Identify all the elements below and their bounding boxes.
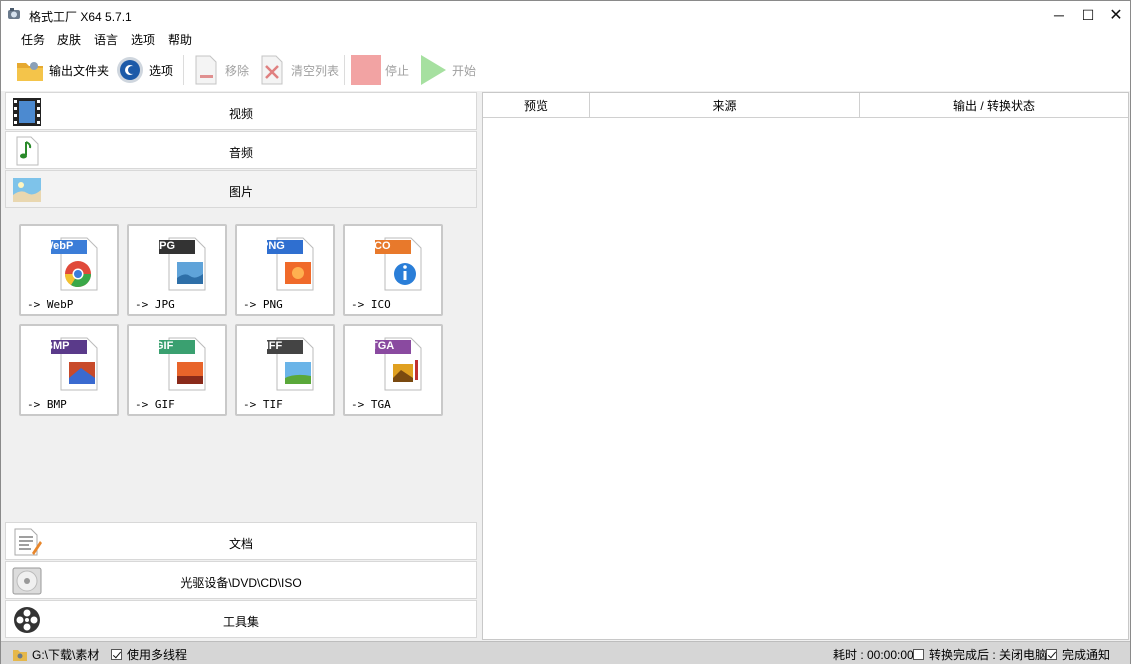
column-header-preview[interactable]: 预览 xyxy=(483,93,590,118)
minimize-button[interactable]: ─ xyxy=(1045,1,1073,29)
format-png-tile[interactable]: PNG -> PNG xyxy=(235,224,335,316)
category-audio-label: 音频 xyxy=(228,146,253,160)
column-header-source[interactable]: 来源 xyxy=(590,93,860,118)
menu-task[interactable]: 任务 xyxy=(19,31,47,48)
clear-list-button[interactable]: 清空列表 xyxy=(257,53,339,87)
options-button[interactable]: 选项 xyxy=(115,53,173,87)
shutdown-label: 转换完成后 : 关闭电脑 xyxy=(929,648,1048,662)
format-jpg-label: -> JPG xyxy=(135,298,175,311)
tga-badge: TGA xyxy=(371,340,395,352)
ico-badge: ICO xyxy=(371,240,391,252)
options-gear-icon xyxy=(115,55,145,85)
format-tga-label: -> TGA xyxy=(351,398,391,411)
format-gif-tile[interactable]: GIF -> GIF xyxy=(127,324,227,416)
app-window: 格式工厂 X64 5.7.1 ─ ☐ ✕ 任务 皮肤 语言 选项 帮助 输出文件… xyxy=(0,0,1131,664)
elapsed-time: 耗时 : 00:00:00 xyxy=(833,646,914,663)
stop-icon xyxy=(351,55,381,85)
category-video[interactable]: 视频 xyxy=(5,92,477,130)
image-format-grid: WebP -> WebP JPG -> JPG PNG -> PNG ICO -… xyxy=(5,210,477,522)
toolbar-separator xyxy=(344,55,345,85)
category-document[interactable]: 文档 xyxy=(5,522,477,560)
start-label: 开始 xyxy=(452,63,477,78)
folder-small-icon xyxy=(13,649,27,661)
category-disc[interactable]: 光驱设备\DVD\CD\ISO xyxy=(5,561,477,599)
output-path[interactable]: G:\下载\素材 xyxy=(13,646,99,663)
remove-label: 移除 xyxy=(225,63,250,78)
shutdown-checkbox[interactable]: 转换完成后 : 关闭电脑 xyxy=(913,646,1047,663)
toolbar: 输出文件夹 选项 移除 清空列表 停止 开始 xyxy=(1,49,1130,91)
bmp-badge: BMP xyxy=(45,340,70,352)
clear-list-label: 清空列表 xyxy=(291,63,340,78)
menu-bar: 任务 皮肤 语言 选项 帮助 xyxy=(1,29,1130,49)
close-button[interactable]: ✕ xyxy=(1102,1,1130,29)
tiff-badge: TIFF xyxy=(259,340,283,352)
remove-doc-icon xyxy=(191,55,221,85)
status-bar: G:\下载\素材 使用多线程 耗时 : 00:00:00 转换完成后 : 关闭电… xyxy=(1,641,1130,664)
menu-language[interactable]: 语言 xyxy=(92,31,120,48)
category-panel: 视频 音频 图片 WebP -> WebP JPG -> JPG PNG -> … xyxy=(5,92,477,640)
folder-icon xyxy=(15,55,45,85)
category-video-label: 视频 xyxy=(228,107,253,121)
maximize-button[interactable]: ☐ xyxy=(1074,1,1102,29)
notify-check-icon xyxy=(1046,649,1057,660)
format-tif-label: -> TIF xyxy=(243,398,283,411)
play-icon xyxy=(418,55,448,85)
category-image[interactable]: 图片 xyxy=(5,170,477,208)
format-webp-tile[interactable]: WebP -> WebP xyxy=(19,224,119,316)
notify-label: 完成通知 xyxy=(1062,648,1111,662)
category-audio[interactable]: 音频 xyxy=(5,131,477,169)
category-disc-label: 光驱设备\DVD\CD\ISO xyxy=(180,576,302,590)
start-button[interactable]: 开始 xyxy=(418,53,476,87)
menu-skin[interactable]: 皮肤 xyxy=(55,31,83,48)
png-badge: PNG xyxy=(261,240,285,252)
category-image-label: 图片 xyxy=(228,185,253,199)
output-folder-button[interactable]: 输出文件夹 xyxy=(15,53,109,87)
format-webp-label: -> WebP xyxy=(27,298,74,311)
multithread-checkbox[interactable]: 使用多线程 xyxy=(111,646,187,663)
remove-button[interactable]: 移除 xyxy=(191,53,249,87)
options-label: 选项 xyxy=(149,63,174,78)
format-gif-label: -> GIF xyxy=(135,398,175,411)
format-tga-tile[interactable]: TGA -> TGA xyxy=(343,324,443,416)
format-ico-label: -> ICO xyxy=(351,298,391,311)
format-bmp-tile[interactable]: BMP -> BMP xyxy=(19,324,119,416)
multithread-check-icon xyxy=(111,649,122,660)
category-tools[interactable]: 工具集 xyxy=(5,600,477,638)
toolbar-separator xyxy=(183,55,184,85)
task-list: 预览 来源 输出 / 转换状态 xyxy=(482,92,1129,640)
shutdown-check-icon xyxy=(913,649,924,660)
multithread-label: 使用多线程 xyxy=(127,648,188,662)
app-icon xyxy=(8,8,20,19)
category-document-label: 文档 xyxy=(228,537,253,551)
jpg-badge: JPG xyxy=(153,240,176,252)
stop-button[interactable]: 停止 xyxy=(351,53,409,87)
window-title: 格式工厂 X64 5.7.1 xyxy=(29,10,132,24)
format-bmp-label: -> BMP xyxy=(27,398,67,411)
elapsed-time-text: 耗时 : 00:00:00 xyxy=(833,648,914,662)
format-jpg-tile[interactable]: JPG -> JPG xyxy=(127,224,227,316)
column-header-output-status[interactable]: 输出 / 转换状态 xyxy=(860,93,1128,118)
output-path-text: G:\下载\素材 xyxy=(32,648,100,662)
category-tools-label: 工具集 xyxy=(222,615,259,629)
webp-badge: WebP xyxy=(43,240,74,252)
gif-badge: GIF xyxy=(155,340,174,352)
stop-label: 停止 xyxy=(385,63,410,78)
notify-checkbox[interactable]: 完成通知 xyxy=(1046,646,1110,663)
format-tif-tile[interactable]: TIFF -> TIF xyxy=(235,324,335,416)
menu-options[interactable]: 选项 xyxy=(129,31,157,48)
title-bar: 格式工厂 X64 5.7.1 ─ ☐ ✕ xyxy=(1,1,1130,29)
output-folder-label: 输出文件夹 xyxy=(49,63,110,78)
format-png-label: -> PNG xyxy=(243,298,283,311)
menu-help[interactable]: 帮助 xyxy=(166,31,194,48)
format-ico-tile[interactable]: ICO -> ICO xyxy=(343,224,443,316)
clear-list-icon xyxy=(257,55,287,85)
